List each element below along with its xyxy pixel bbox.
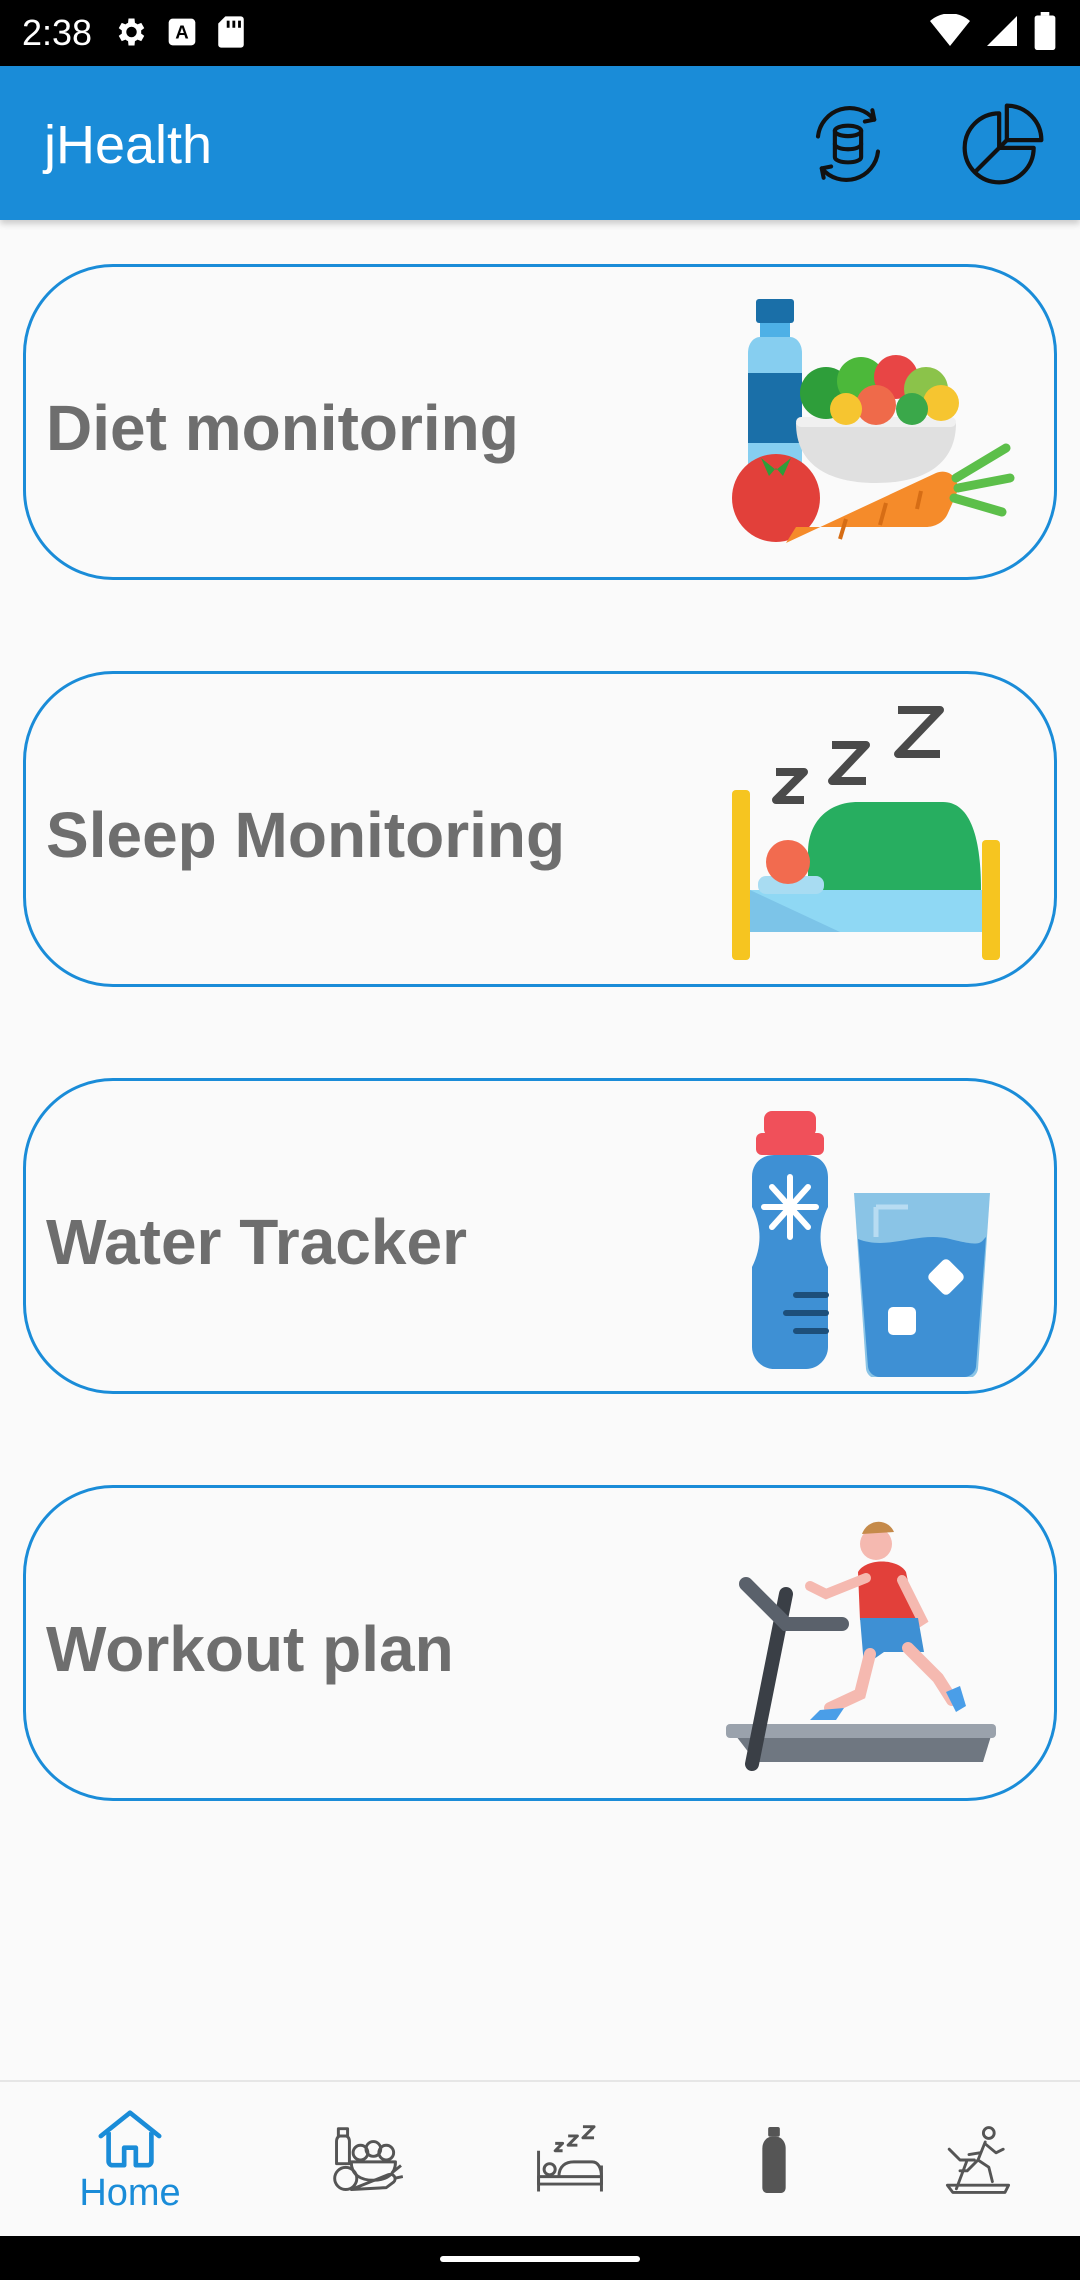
treadmill-icon (945, 2126, 1011, 2194)
statistics-button[interactable] (955, 96, 1051, 192)
sd-card-icon (218, 16, 244, 48)
pie-chart-icon (962, 103, 1044, 185)
sync-data-button[interactable] (800, 96, 896, 192)
settings-icon (118, 18, 145, 46)
diet-icon (333, 2127, 403, 2191)
sleep-icon (537, 2125, 603, 2192)
svg-text:A: A (175, 22, 188, 43)
home-icon (98, 2110, 162, 2168)
workout-plan-card[interactable]: Workout plan (23, 1485, 1057, 1801)
status-bar: 2:38 A (0, 0, 1080, 66)
bottom-nav: Home (0, 2080, 1080, 2236)
water-tracker-card[interactable]: Water Tracker (23, 1078, 1057, 1394)
nav-item-home[interactable]: Home (22, 2082, 238, 2238)
app-title: jHealth (44, 115, 213, 175)
water-bottle-icon (762, 2126, 786, 2194)
app-bar: jHealth (0, 66, 1080, 220)
battery-icon (1034, 12, 1056, 50)
gesture-bar (0, 2236, 1080, 2280)
diet-monitoring-label: Diet monitoring (46, 392, 519, 464)
database-sync-icon (815, 106, 881, 182)
nav-item-sleep[interactable] (462, 2082, 678, 2238)
diet-illustration (732, 299, 1015, 543)
nav-item-diet[interactable] (258, 2082, 474, 2238)
a-badge-icon: A (168, 18, 196, 46)
diet-monitoring-card[interactable]: Diet monitoring (23, 264, 1057, 580)
sleep-monitoring-label: Sleep Monitoring (46, 799, 566, 871)
nav-label-home: Home (79, 2172, 181, 2214)
signal-icon (987, 16, 1017, 46)
nav-item-workout[interactable] (870, 2082, 1080, 2238)
wifi-icon (930, 14, 970, 46)
workout-plan-label: Workout plan (46, 1613, 454, 1685)
water-illustration (752, 1111, 990, 1377)
sleep-illustration (732, 706, 1000, 960)
workout-illustration (726, 1521, 996, 1771)
sleep-monitoring-card[interactable]: Sleep Monitoring (23, 671, 1057, 987)
water-tracker-label: Water Tracker (46, 1206, 467, 1278)
nav-item-water[interactable] (666, 2082, 882, 2238)
status-time: 2:38 (22, 12, 93, 53)
gesture-handle[interactable] (440, 2256, 640, 2262)
